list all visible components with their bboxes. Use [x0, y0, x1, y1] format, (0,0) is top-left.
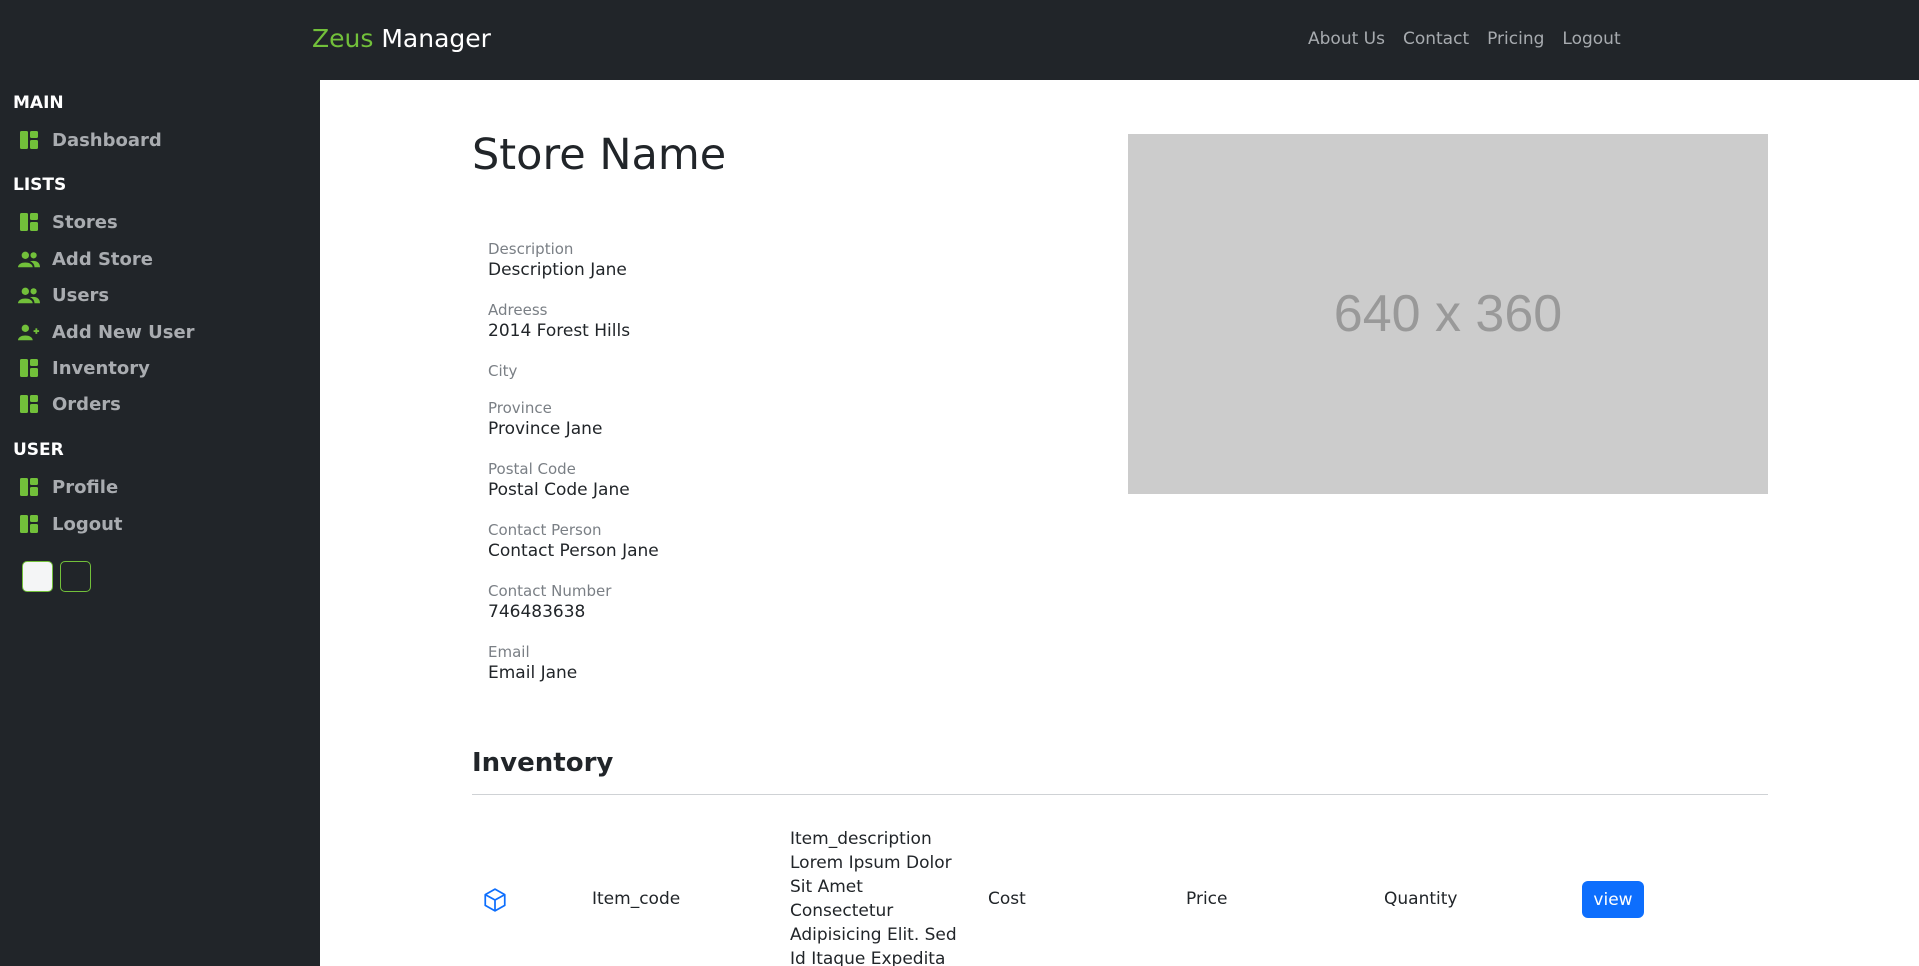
field-city: City	[488, 362, 517, 382]
view-button[interactable]: view	[1582, 881, 1644, 918]
sidebar-item-label: Inventory	[52, 357, 150, 379]
light-theme-toggle[interactable]	[22, 561, 53, 592]
dashboard-icon	[18, 211, 40, 233]
store-image-placeholder: 640 x 360	[1128, 134, 1768, 494]
cost-cell: Cost	[988, 889, 1026, 909]
top-navbar: Zeus Manager About Us Contact Pricing Lo…	[0, 0, 1919, 80]
sidebar-item-logout[interactable]: Logout	[18, 509, 123, 539]
field-label: Contact Person	[488, 521, 602, 539]
dashboard-icon	[18, 393, 40, 415]
item-code-cell: Item_code	[592, 889, 681, 909]
sidebar-item-label: Logout	[52, 513, 123, 535]
nav-logout[interactable]: Logout	[1562, 29, 1620, 49]
field-description: Description Description Jane	[488, 240, 627, 280]
sidebar-item-label: Profile	[52, 476, 119, 498]
sidebar-item-profile[interactable]: Profile	[18, 472, 118, 502]
item-description-cell: Item_description Lorem Ipsum Dolor Sit A…	[790, 829, 957, 966]
field-postal-code: Postal Code Postal Code Jane	[488, 460, 630, 500]
sidebar-item-label: Add Store	[52, 248, 153, 270]
sidebar-item-add-store[interactable]: Add Store	[18, 244, 153, 274]
sidebar: MAIN Dashboard LISTS Stores Add Store Us…	[0, 80, 320, 966]
page-title: Store Name	[472, 130, 727, 180]
sidebar-item-users[interactable]: Users	[18, 280, 109, 310]
field-value: Description Jane	[488, 260, 627, 280]
field-address: Adreess 2014 Forest Hills	[488, 301, 630, 341]
field-contact-person: Contact Person Contact Person Jane	[488, 521, 659, 561]
sidebar-item-label: Users	[52, 284, 110, 306]
sidebar-item-orders[interactable]: Orders	[18, 389, 121, 419]
sidebar-item-label: Dashboard	[52, 129, 162, 151]
quantity-cell: Quantity	[1384, 889, 1458, 909]
field-value: 2014 Forest Hills	[488, 321, 631, 341]
dashboard-icon	[18, 357, 40, 379]
brand-logo[interactable]: Zeus Manager	[312, 24, 491, 53]
sidebar-item-label: Stores	[52, 211, 118, 233]
sidebar-item-label: Add New User	[52, 321, 195, 343]
section-title-lists: LISTS	[13, 175, 67, 195]
field-value: Contact Person Jane	[488, 541, 659, 561]
dashboard-icon	[18, 476, 40, 498]
sidebar-item-dashboard[interactable]: Dashboard	[18, 125, 162, 155]
field-value: Province Jane	[488, 419, 603, 439]
placeholder-size-label: 640 x 360	[1333, 285, 1563, 343]
price-cell: Price	[1186, 889, 1228, 909]
dashboard-icon	[18, 129, 40, 151]
box-icon	[484, 888, 506, 912]
brand-name: Manager	[381, 24, 491, 53]
field-email: Email Email Jane	[488, 643, 577, 683]
users-icon	[18, 248, 40, 270]
section-title-user: USER	[13, 440, 64, 460]
section-title-main: MAIN	[13, 93, 64, 113]
field-label: Description	[488, 240, 574, 258]
sidebar-item-stores[interactable]: Stores	[18, 207, 118, 237]
nav-contact[interactable]: Contact	[1403, 29, 1469, 49]
dark-theme-toggle[interactable]	[60, 561, 91, 592]
field-contact-number: Contact Number 746483638	[488, 582, 611, 622]
field-label: Postal Code	[488, 460, 576, 478]
brand-accent: Zeus	[312, 24, 374, 53]
user-plus-icon	[18, 321, 40, 343]
field-value: Email Jane	[488, 663, 578, 683]
field-province: Province Province Jane	[488, 399, 602, 439]
field-label: Email	[488, 643, 530, 661]
sidebar-item-label: Orders	[52, 393, 121, 415]
field-label: Adreess	[488, 301, 548, 319]
field-label: Contact Number	[488, 582, 612, 600]
users-icon	[18, 284, 40, 306]
field-label: City	[488, 362, 518, 380]
sidebar-item-add-new-user[interactable]: Add New User	[18, 317, 195, 347]
field-value: 746483638	[488, 602, 586, 622]
field-value: Postal Code Jane	[488, 480, 630, 500]
nav-about-us[interactable]: About Us	[1308, 29, 1385, 49]
field-label: Province	[488, 399, 552, 417]
dashboard-icon	[18, 513, 40, 535]
nav-pricing[interactable]: Pricing	[1487, 29, 1544, 49]
top-nav-links: About Us Contact Pricing Logout	[1308, 29, 1621, 49]
sidebar-item-inventory[interactable]: Inventory	[18, 353, 150, 383]
divider	[472, 794, 1768, 795]
inventory-heading: Inventory	[472, 748, 614, 778]
